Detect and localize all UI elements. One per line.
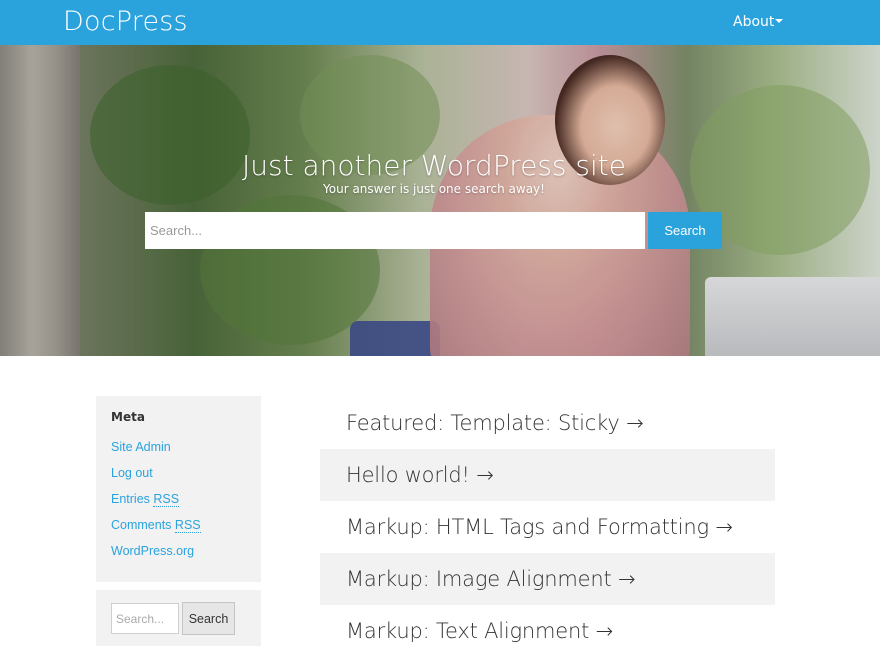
entries-rss-link[interactable]: Entries RSS [111, 492, 180, 507]
post-link[interactable]: Hello world! → [320, 449, 775, 501]
search-widget: Search [96, 590, 261, 646]
hero-banner: Just another WordPress site Your answer … [0, 45, 880, 356]
post-link[interactable]: Markup: Text Alignment → [320, 605, 775, 657]
list-item: Log out [111, 460, 246, 486]
entries-rss-label: Entries [111, 492, 150, 506]
list-item: WordPress.org [111, 538, 246, 564]
hero-search-button[interactable]: Search [648, 212, 722, 249]
hero-subtitle: Your answer is just one search away! [323, 182, 545, 196]
caret-down-icon [775, 19, 784, 23]
wordpress-org-link[interactable]: WordPress.org [111, 544, 194, 558]
hero-search-input[interactable] [145, 212, 645, 249]
comments-rss-link[interactable]: Comments RSS [111, 518, 201, 533]
top-navbar: DocPress About [0, 0, 880, 45]
post-link[interactable]: Featured: Template: Sticky → [320, 397, 775, 449]
site-tagline-title: Just another WordPress site [241, 149, 626, 182]
log-out-link[interactable]: Log out [111, 466, 153, 480]
site-admin-link[interactable]: Site Admin [111, 440, 171, 454]
rss-abbr: RSS [153, 492, 180, 507]
meta-links-list: Site Admin Log out Entries RSS Comments … [111, 434, 246, 564]
sidebar-search-input[interactable] [111, 603, 179, 634]
sidebar-search-button[interactable]: Search [182, 602, 235, 635]
about-label: About [733, 14, 775, 30]
post-list: Featured: Template: Sticky → Hello world… [320, 397, 775, 657]
comments-rss-label: Comments [111, 518, 172, 532]
list-item: Entries RSS [111, 486, 246, 512]
rss-abbr: RSS [174, 518, 201, 533]
meta-widget: Meta Site Admin Log out Entries RSS Comm… [96, 396, 261, 582]
post-link[interactable]: Markup: HTML Tags and Formatting → [320, 501, 775, 553]
about-dropdown[interactable]: About [733, 14, 784, 30]
meta-widget-title: Meta [111, 410, 145, 424]
post-link[interactable]: Markup: Image Alignment → [320, 553, 775, 605]
site-brand-link[interactable]: DocPress [63, 6, 188, 37]
hero-overlay [0, 45, 880, 356]
list-item: Comments RSS [111, 512, 246, 538]
list-item: Site Admin [111, 434, 246, 460]
